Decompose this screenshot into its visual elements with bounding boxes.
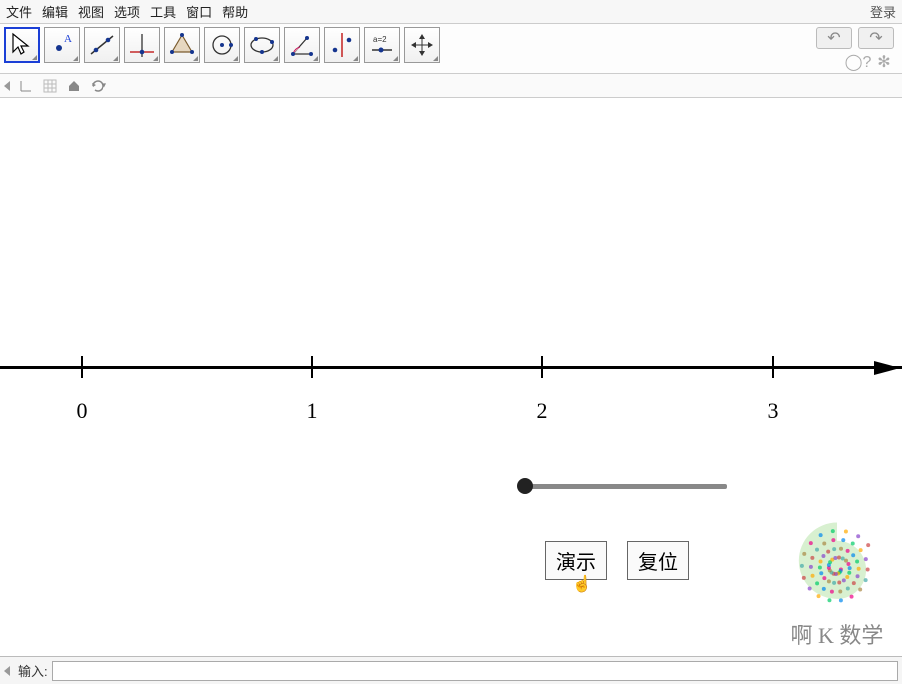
polygon-tool[interactable]	[164, 27, 200, 63]
tick-label-2: 2	[537, 398, 548, 424]
axis-arrow-icon	[874, 354, 902, 382]
input-label: 输入:	[18, 661, 48, 680]
tick-label-3: 3	[768, 398, 779, 424]
tick-1	[311, 356, 313, 378]
tick-0	[81, 356, 83, 378]
collapse-icon[interactable]	[4, 81, 10, 91]
svg-text:A: A	[64, 33, 72, 45]
menu-options[interactable]: 选项	[114, 2, 140, 21]
watermark: 啊 K 数学	[782, 518, 892, 650]
spiral-logo-icon	[782, 518, 892, 618]
grid-toggle[interactable]	[42, 78, 58, 94]
move-tool[interactable]	[4, 27, 40, 63]
input-collapse-icon[interactable]	[4, 666, 10, 676]
refresh-button[interactable]: ▾	[90, 78, 106, 94]
reflect-tool[interactable]	[324, 27, 360, 63]
menu-window[interactable]: 窗口	[186, 2, 212, 21]
move-view-tool[interactable]	[404, 27, 440, 63]
settings-icon: ✻	[877, 52, 890, 72]
command-input[interactable]	[52, 661, 898, 681]
menu-tools[interactable]: 工具	[150, 2, 176, 21]
line-tool[interactable]	[84, 27, 120, 63]
help-icon: ◯?	[845, 52, 872, 72]
redo-button[interactable]: ↷	[858, 27, 894, 49]
axes-toggle[interactable]	[18, 78, 34, 94]
toolbar: A a=2 ↶ ↷	[0, 24, 902, 74]
tick-3	[772, 356, 774, 378]
undo-button[interactable]: ↶	[816, 27, 852, 49]
slider-handle[interactable]	[517, 478, 533, 494]
input-bar: 输入:	[0, 656, 902, 684]
menu-bar: 文件 编辑 视图 选项 工具 窗口 帮助 登录	[0, 0, 902, 24]
view-toolbar: ▾	[0, 74, 902, 98]
settings-button[interactable]: ✻	[874, 53, 894, 71]
watermark-text: 啊 K 数学	[791, 618, 884, 650]
menu-file[interactable]: 文件	[6, 2, 32, 21]
cursor-hand-icon: ☝	[572, 574, 592, 594]
conic-tool[interactable]	[244, 27, 280, 63]
redo-icon: ↷	[869, 28, 882, 48]
menu-view[interactable]: 视图	[78, 2, 104, 21]
graphics-view[interactable]: 0 1 2 3 演示 复位 ☝ 啊 K 数学	[0, 98, 902, 656]
tick-label-1: 1	[307, 398, 318, 424]
reset-button[interactable]: 复位	[627, 541, 689, 580]
help-button[interactable]: ◯?	[848, 53, 868, 71]
slider-track[interactable]	[522, 484, 727, 489]
login-link[interactable]: 登录	[870, 2, 896, 21]
tick-2	[541, 356, 543, 378]
svg-text:a=2: a=2	[373, 35, 387, 44]
slider-tool[interactable]: a=2	[364, 27, 400, 63]
menu-help[interactable]: 帮助	[222, 2, 248, 21]
home-button[interactable]	[66, 78, 82, 94]
undo-icon: ↶	[827, 28, 840, 48]
number-line-axis	[0, 366, 902, 369]
menu-edit[interactable]: 编辑	[42, 2, 68, 21]
tick-label-0: 0	[77, 398, 88, 424]
circle-tool[interactable]	[204, 27, 240, 63]
perpendicular-tool[interactable]	[124, 27, 160, 63]
angle-tool[interactable]	[284, 27, 320, 63]
point-tool[interactable]: A	[44, 27, 80, 63]
undo-redo-panel: ↶ ↷ ◯? ✻	[816, 27, 894, 71]
